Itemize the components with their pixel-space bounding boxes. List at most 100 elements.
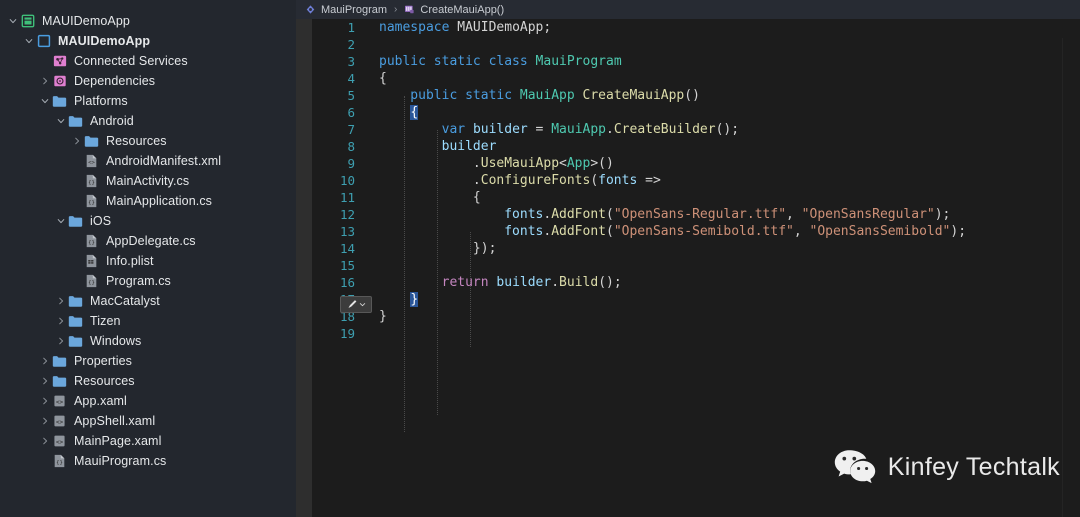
breadcrumb-class[interactable]: MauiProgram	[305, 4, 387, 16]
code-line[interactable]: 4{	[312, 70, 1080, 87]
tree-item[interactable]: Windows	[0, 331, 296, 351]
chevron-right-icon[interactable]	[38, 431, 51, 451]
tree-item[interactable]: Connected Services	[0, 51, 296, 71]
chevron-right-icon[interactable]	[38, 71, 51, 91]
tree-item[interactable]: Dependencies	[0, 71, 296, 91]
xaml-file-icon: <>	[51, 434, 68, 448]
code-token: fonts	[598, 173, 638, 188]
tree-item[interactable]: Resources	[0, 371, 296, 391]
code-line[interactable]: 12 fonts.AddFont("OpenSans-Regular.ttf",…	[312, 206, 1080, 223]
editor-gutter-strip[interactable]	[296, 19, 312, 517]
quick-actions-button[interactable]	[340, 296, 372, 313]
tree-item[interactable]: MAUIDemoApp	[0, 11, 296, 31]
code-token: CreateBuilder	[613, 122, 716, 137]
breadcrumb-method[interactable]: CreateMauiApp()	[404, 4, 504, 16]
code-line[interactable]: 8 builder	[312, 138, 1080, 155]
code-token: "OpenSansRegular"	[801, 207, 935, 222]
code-line[interactable]: 10 .ConfigureFonts(fonts =>	[312, 172, 1080, 189]
tree-item[interactable]: Resources	[0, 131, 296, 151]
code-line[interactable]: 3 public static class MauiProgram	[312, 53, 1080, 70]
tree-item[interactable]: <> AppShell.xaml	[0, 411, 296, 431]
tree-item[interactable]: {} MainActivity.cs	[0, 171, 296, 191]
tree-item[interactable]: MacCatalyst	[0, 291, 296, 311]
tree-item[interactable]: {} MauiProgram.cs	[0, 451, 296, 471]
tree-item[interactable]: Android	[0, 111, 296, 131]
tree-item-label: iOS	[90, 214, 112, 228]
code-line[interactable]: 1 namespace MAUIDemoApp;	[312, 19, 1080, 36]
code-line[interactable]: 11 {	[312, 189, 1080, 206]
tree-item[interactable]: {} Program.cs	[0, 271, 296, 291]
code-line-text: }	[379, 308, 387, 325]
line-number: 16	[339, 275, 355, 290]
code-token: Build	[559, 275, 599, 290]
code-token: builder	[441, 139, 497, 154]
chevron-right-icon[interactable]	[54, 311, 67, 331]
code-token: =	[527, 122, 552, 137]
chevron-right-icon[interactable]	[54, 331, 67, 351]
chevron-down-icon[interactable]	[54, 211, 67, 231]
chevron-down-icon[interactable]	[38, 91, 51, 111]
line-number: 19	[339, 326, 355, 341]
tree-item[interactable]: Platforms	[0, 91, 296, 111]
code-token: "OpenSans-Regular.ttf"	[613, 207, 787, 222]
chevron-right-icon[interactable]	[70, 131, 83, 151]
code-line[interactable]: 9 .UseMauiApp<App>()	[312, 155, 1080, 172]
code-token: >()	[590, 156, 614, 171]
code-line[interactable]: 6 {	[312, 104, 1080, 121]
line-number: 3	[347, 54, 355, 69]
code-line[interactable]: 19	[312, 325, 1080, 342]
tree-item-label: Connected Services	[74, 54, 188, 68]
code-line[interactable]: 16 return builder.Build();	[312, 274, 1080, 291]
code-area[interactable]: 1 namespace MAUIDemoApp; 2 3 public static c…	[312, 19, 1080, 517]
code-line[interactable]: 17 }	[312, 291, 1080, 308]
chevron-right-icon[interactable]	[38, 391, 51, 411]
chevron-right-icon[interactable]	[38, 371, 51, 391]
code-line[interactable]: 18}	[312, 308, 1080, 325]
code-line-text: {	[379, 104, 419, 121]
code-line[interactable]: 14 });	[312, 240, 1080, 257]
tree-item[interactable]: {} AppDelegate.cs	[0, 231, 296, 251]
svg-text:{}: {}	[56, 460, 63, 466]
xaml-file-icon: <>	[51, 394, 68, 408]
tree-item[interactable]: <> AndroidManifest.xml	[0, 151, 296, 171]
folder-icon	[51, 374, 68, 388]
xml-file-icon: <>	[83, 154, 100, 168]
chevron-right-icon[interactable]	[54, 291, 67, 311]
line-number: 14	[339, 241, 355, 256]
code-line-text: fonts.AddFont("OpenSans-Regular.ttf", "O…	[379, 206, 950, 223]
line-number: 8	[347, 139, 355, 154]
tree-item[interactable]: {} MainApplication.cs	[0, 191, 296, 211]
code-line-text: public static MauiApp CreateMauiApp()	[379, 87, 700, 104]
tree-item-label: Info.plist	[106, 254, 154, 268]
code-line-text: .ConfigureFonts(fonts =>	[379, 172, 661, 189]
line-number: 5	[347, 88, 355, 103]
code-line[interactable]: 15	[312, 257, 1080, 274]
chevron-right-icon[interactable]	[38, 411, 51, 431]
chevron-down-icon[interactable]	[22, 31, 35, 51]
code-line[interactable]: 2	[312, 36, 1080, 53]
chevron-right-icon[interactable]	[38, 351, 51, 371]
tree-item[interactable]: MAUIDemoApp	[0, 31, 296, 51]
tree-item[interactable]: Tizen	[0, 311, 296, 331]
tree-item[interactable]: iOS	[0, 211, 296, 231]
code-token: ,	[786, 207, 802, 222]
code-token: "OpenSansSemibold"	[809, 224, 951, 239]
tree-item[interactable]: Info.plist	[0, 251, 296, 271]
tree-item[interactable]: <> App.xaml	[0, 391, 296, 411]
code-line[interactable]: 7 var builder = MauiApp.CreateBuilder();	[312, 121, 1080, 138]
folder-icon	[67, 334, 84, 348]
svg-text:{}: {}	[88, 200, 95, 206]
tree-item[interactable]: <> MainPage.xaml	[0, 431, 296, 451]
svg-text:<>: <>	[88, 160, 95, 166]
line-number: 9	[347, 156, 355, 171]
chevron-down-icon[interactable]	[6, 11, 19, 31]
code-line[interactable]: 13 fonts.AddFont("OpenSans-Semibold.ttf"…	[312, 223, 1080, 240]
code-line[interactable]: 5 public static MauiApp CreateMauiApp()	[312, 87, 1080, 104]
code-token: public static class	[379, 54, 536, 69]
tree-item-label: MainPage.xaml	[74, 434, 162, 448]
chevron-down-icon[interactable]	[54, 111, 67, 131]
tree-item-label: Properties	[74, 354, 132, 368]
project-icon	[35, 34, 52, 48]
code-token: ();	[598, 275, 622, 290]
tree-item[interactable]: Properties	[0, 351, 296, 371]
